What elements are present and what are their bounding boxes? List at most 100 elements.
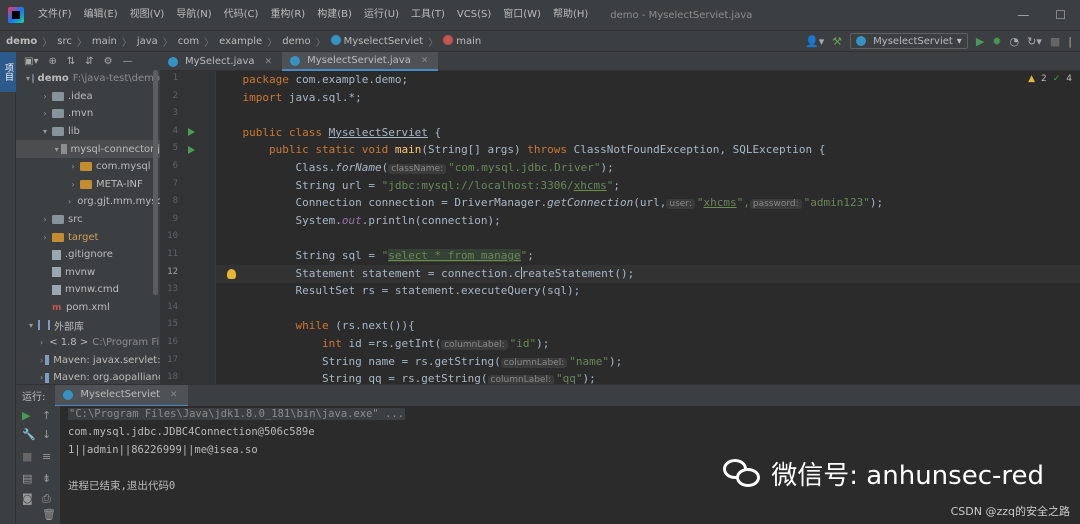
breadcrumb-src[interactable]: src xyxy=(57,36,72,47)
inspection-indicator[interactable]: ▲ 2 ✓ 4 xyxy=(1028,74,1072,84)
stop-icon[interactable]: ■ xyxy=(22,450,32,463)
wrench-icon[interactable]: 🔧 xyxy=(22,428,36,441)
close-icon[interactable]: ✕ xyxy=(170,390,178,400)
run-config-select[interactable]: MyselectServiet ▾ xyxy=(850,33,968,49)
line-number: 6 xyxy=(172,161,178,171)
tree-item-mvnw[interactable]: mvnw xyxy=(16,264,160,282)
layout-icon[interactable]: ▤ xyxy=(22,472,32,485)
chevron-right-icon[interactable]: › xyxy=(68,162,78,171)
chevron-right-icon[interactable]: › xyxy=(40,373,43,382)
maximize-icon[interactable]: ☐ xyxy=(1055,8,1066,22)
chevron-right-icon[interactable]: › xyxy=(40,215,50,224)
breadcrumb-class[interactable]: MyselectServiet xyxy=(330,35,423,47)
stop-icon[interactable]: ■ xyxy=(1050,35,1060,48)
chevron-down-icon[interactable]: ▾ xyxy=(26,74,30,83)
tree-item-org-gjt[interactable]: › org.gjt.mm.mysql xyxy=(16,193,160,211)
collapse-all-icon[interactable]: ⇵ xyxy=(85,56,93,67)
close-icon[interactable]: ✕ xyxy=(421,56,429,66)
breadcrumb-java[interactable]: java xyxy=(137,36,158,47)
print-icon[interactable]: ⎙ xyxy=(42,492,51,506)
tree-item-external-libs[interactable]: ▾ 外部库 xyxy=(16,316,160,334)
menu-vcs[interactable]: VCS(S) xyxy=(451,0,497,30)
tree-item-idea[interactable]: › .idea xyxy=(16,88,160,106)
chevron-right-icon[interactable]: › xyxy=(40,338,43,347)
tree-item-demo[interactable]: ▾ demo F:\java-test\demo xyxy=(16,70,160,88)
chevron-right-icon[interactable]: › xyxy=(40,356,43,365)
debug-icon[interactable]: ✹ xyxy=(992,35,1001,48)
library-icon xyxy=(45,372,50,383)
coverage-icon[interactable]: ◔ xyxy=(1010,35,1020,48)
tree-item-meta-inf[interactable]: › META-INF xyxy=(16,176,160,194)
tree-item-src[interactable]: › src xyxy=(16,211,160,229)
editor-gutter[interactable]: 1 2 3 4 5 6 7 8 9 10 11 12 13 14 15 16 1… xyxy=(160,71,216,384)
menu-build[interactable]: 构建(B) xyxy=(311,0,358,30)
tree-item-jdk[interactable]: › < 1.8 >C:\Program Files xyxy=(16,334,160,352)
tab-myselect[interactable]: MySelect.java ✕ xyxy=(160,52,282,71)
chevron-right-icon[interactable]: › xyxy=(68,180,78,189)
tab-myselectserviet[interactable]: MyselectServiet.java ✕ xyxy=(282,52,439,71)
code-line-4: public class MyselectServiet { xyxy=(242,125,442,139)
camera-icon[interactable]: ◙ xyxy=(22,492,33,505)
scroll-end-icon[interactable]: ⇟ xyxy=(42,472,51,485)
run-tab[interactable]: MyselectServiet ✕ xyxy=(55,384,188,407)
tree-item-mvn[interactable]: › .mvn xyxy=(16,105,160,123)
rerun-icon[interactable]: ▶ xyxy=(22,409,30,422)
tree-item-aop[interactable]: › Maven: org.aopalliance xyxy=(16,369,160,384)
project-tool-button[interactable]: 项目 xyxy=(0,52,16,92)
minimize-icon[interactable]: — xyxy=(1017,8,1029,22)
toolbar-right: 👤▾ ⚒ MyselectServiet ▾ ▶ ✹ ◔ ↻▾ ■ | xyxy=(805,31,1080,51)
tree-item-servlet[interactable]: › Maven: javax.servlet:javax.servlet-api xyxy=(16,352,160,370)
breadcrumb-demo[interactable]: demo xyxy=(282,36,310,47)
tree-item-target[interactable]: › target xyxy=(16,228,160,246)
chevron-down-icon[interactable]: ▾ xyxy=(26,321,36,330)
chevron-right-icon[interactable]: › xyxy=(40,92,50,101)
menu-run[interactable]: 运行(U) xyxy=(358,0,405,30)
run-icon[interactable]: ▶ xyxy=(976,35,984,48)
trash-icon[interactable]: 🗑 xyxy=(42,508,56,521)
tree-item-lib[interactable]: ▾ lib xyxy=(16,123,160,141)
menu-code[interactable]: 代码(C) xyxy=(218,0,265,30)
menu-refactor[interactable]: 重构(R) xyxy=(264,0,311,30)
down-arrow-icon[interactable]: ↓ xyxy=(42,428,51,441)
breadcrumb-com[interactable]: com xyxy=(178,36,199,47)
project-scrollbar[interactable] xyxy=(153,70,158,295)
project-view-icon[interactable]: ▣▾ xyxy=(24,56,38,67)
menu-tools[interactable]: 工具(T) xyxy=(405,0,451,30)
menu-file[interactable]: 文件(F) xyxy=(32,0,78,30)
hide-icon[interactable]: — xyxy=(123,56,133,67)
breadcrumb-project[interactable]: demo xyxy=(6,36,37,47)
tree-item-mysql-connector[interactable]: ▾ mysql-connector-j xyxy=(16,140,160,158)
breadcrumb-method[interactable]: main xyxy=(443,35,481,47)
up-arrow-icon[interactable]: ↑ xyxy=(42,409,51,422)
menu-edit[interactable]: 编辑(E) xyxy=(78,0,124,30)
menu-help[interactable]: 帮助(H) xyxy=(547,0,594,30)
tree-item-com-mysql[interactable]: › com.mysql xyxy=(16,158,160,176)
locate-icon[interactable]: ⊕ xyxy=(48,56,56,67)
chevron-right-icon[interactable]: › xyxy=(40,109,50,118)
menu-window[interactable]: 窗口(W) xyxy=(497,0,547,30)
soft-wrap-icon[interactable]: ≡ xyxy=(42,450,51,463)
tree-item-pom[interactable]: m pom.xml xyxy=(16,299,160,317)
chevron-right-icon[interactable]: › xyxy=(68,197,71,206)
tree-item-gitignore[interactable]: .gitignore xyxy=(16,246,160,264)
tree-label: org.gjt.mm.mysql xyxy=(77,196,160,208)
tree-item-mvnw-cmd[interactable]: mvnw.cmd xyxy=(16,281,160,299)
code-editor[interactable]: package com.example.demo; import java.sq… xyxy=(216,71,1080,384)
run-class-icon[interactable] xyxy=(188,128,195,136)
chevron-down-icon[interactable]: ▾ xyxy=(40,127,50,136)
breadcrumb-main[interactable]: main xyxy=(92,36,117,47)
chevron-down-icon[interactable]: ▾ xyxy=(54,145,59,154)
close-icon[interactable]: ✕ xyxy=(265,57,273,67)
breadcrumb-example[interactable]: example xyxy=(219,36,262,47)
expand-all-icon[interactable]: ⇅ xyxy=(67,56,75,67)
profile-icon[interactable]: ↻▾ xyxy=(1027,35,1042,48)
tree-label: demo xyxy=(37,73,69,85)
gear-icon[interactable]: ⚙ xyxy=(104,56,113,67)
menu-navigate[interactable]: 导航(N) xyxy=(170,0,217,30)
chevron-right-icon[interactable]: › xyxy=(40,233,50,242)
build-hammer-icon[interactable]: ⚒ xyxy=(832,35,842,48)
user-icon[interactable]: 👤▾ xyxy=(805,35,824,48)
excluded-folder-icon xyxy=(52,232,64,242)
menu-view[interactable]: 视图(V) xyxy=(124,0,171,30)
run-main-icon[interactable] xyxy=(188,146,195,154)
